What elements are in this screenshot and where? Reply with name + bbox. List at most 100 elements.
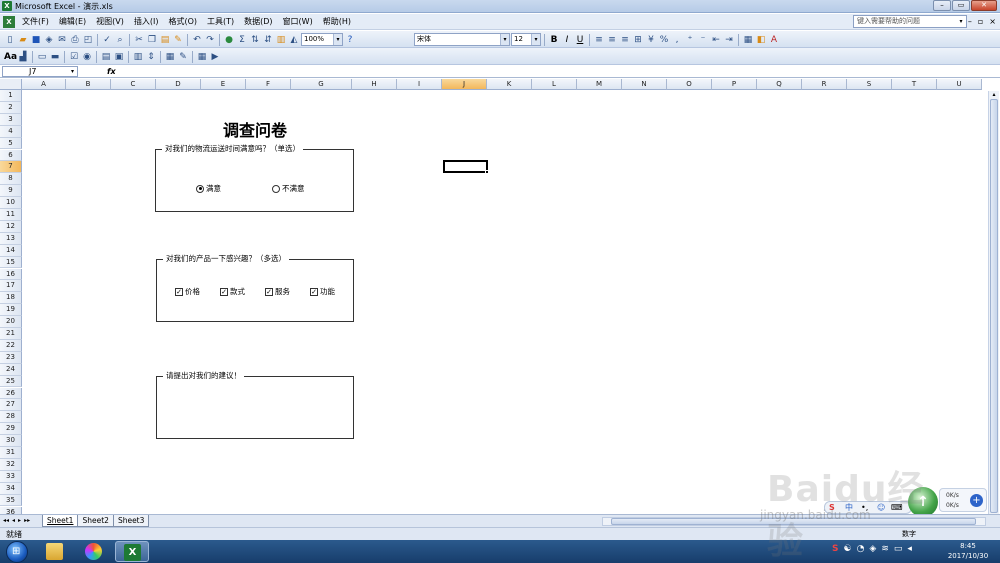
checkbox[interactable]: ✓ — [175, 287, 183, 296]
column-header[interactable]: E — [201, 79, 246, 90]
row-header[interactable]: 36 — [0, 506, 22, 514]
checkbox-control-icon[interactable]: ☑ — [68, 51, 80, 63]
doc-restore-button[interactable]: ▫ — [978, 16, 983, 28]
column-header[interactable]: U — [937, 79, 982, 90]
menu-item[interactable]: 插入(I) — [134, 16, 159, 28]
sort-descending-icon[interactable]: ⇵ — [262, 34, 274, 46]
column-header[interactable]: J — [442, 79, 487, 90]
workbook-icon[interactable]: X — [3, 16, 15, 28]
row-header[interactable]: 32 — [0, 458, 22, 471]
menu-item[interactable]: 文件(F) — [22, 16, 49, 28]
insert-function-icon[interactable]: fx — [107, 66, 116, 77]
sheet-nav-icon[interactable]: ◂ — [12, 516, 15, 526]
research-icon[interactable]: ⌕ — [114, 34, 126, 46]
menu-item[interactable]: 视图(V) — [96, 16, 124, 28]
column-header[interactable]: T — [892, 79, 937, 90]
cut-icon[interactable]: ✂ — [133, 34, 145, 46]
q1-option-satisfied[interactable]: 满意 — [196, 183, 221, 194]
scrollbar-control-icon[interactable]: ▥ — [132, 51, 144, 63]
doc-close-button[interactable]: × — [989, 16, 996, 28]
merge-center-icon[interactable]: ⊞ — [632, 34, 644, 46]
sheet-tab[interactable]: Sheet1 — [42, 515, 79, 527]
column-header[interactable]: S — [847, 79, 892, 90]
sheet-nav-icon[interactable]: ▸ — [18, 516, 21, 526]
menu-item[interactable]: 窗口(W) — [283, 16, 313, 28]
option-button-control-icon[interactable]: ◉ — [81, 51, 93, 63]
undo-icon[interactable]: ↶ — [191, 34, 203, 46]
redo-icon[interactable]: ↷ — [204, 34, 216, 46]
column-header[interactable]: N — [622, 79, 667, 90]
borders-icon[interactable]: ▦ — [742, 34, 754, 46]
row-header[interactable]: 34 — [0, 482, 22, 495]
spinner-control-icon[interactable]: ⇕ — [145, 51, 157, 63]
taskbar-explorer[interactable] — [38, 541, 72, 562]
row-header[interactable]: 27 — [0, 399, 22, 412]
row-header[interactable]: 35 — [0, 494, 22, 507]
chart-wizard-icon[interactable]: ▥ — [275, 34, 287, 46]
print-icon[interactable]: ⎙ — [69, 34, 81, 46]
row-header[interactable]: 28 — [0, 411, 22, 424]
fill-color-icon[interactable]: ◧ — [755, 34, 767, 46]
column-header[interactable]: L — [532, 79, 577, 90]
hyperlink-icon[interactable]: ● — [223, 34, 235, 46]
start-button[interactable]: ⊞ — [6, 541, 28, 563]
chart-control-icon[interactable]: ▟ — [17, 51, 29, 63]
q2-option-price[interactable]: ✓ 价格 — [175, 286, 200, 297]
spelling-icon[interactable]: ✓ — [101, 34, 113, 46]
sheet-nav-icon[interactable]: ▸▸ — [24, 516, 30, 526]
checkbox[interactable]: ✓ — [220, 287, 228, 296]
network-status-icon[interactable]: ◔ — [857, 544, 865, 554]
print-preview-icon[interactable]: ◰ — [82, 34, 94, 46]
column-header[interactable]: F — [246, 79, 291, 90]
column-header[interactable]: D — [156, 79, 201, 90]
radio-button[interactable] — [196, 184, 204, 193]
open-icon[interactable]: ▰ — [17, 34, 29, 46]
permission-icon[interactable]: ◈ — [43, 34, 55, 46]
groupbox-control-icon[interactable]: ▭ — [36, 51, 48, 63]
scroll-up-icon[interactable]: ▴ — [989, 91, 999, 99]
font-size-select[interactable]: 12 ▾ — [511, 33, 541, 46]
new-icon[interactable]: ▯ — [4, 34, 16, 46]
volume-icon[interactable]: ◂ — [907, 544, 912, 554]
row-header[interactable]: 23 — [0, 351, 22, 364]
column-header[interactable]: B — [66, 79, 111, 90]
wifi-icon[interactable]: ≋ — [881, 544, 889, 554]
q2-option-function[interactable]: ✓ 功能 — [310, 286, 335, 297]
column-header[interactable]: O — [667, 79, 712, 90]
save-icon[interactable]: ■ — [30, 34, 42, 46]
autosum-icon[interactable]: Σ — [236, 34, 248, 46]
row-header[interactable]: 5 — [0, 137, 22, 150]
horizontal-scrollbar[interactable] — [602, 517, 986, 526]
increase-decimal-icon[interactable]: ⁺ — [684, 34, 696, 46]
chevron-down-icon[interactable]: ▾ — [333, 34, 342, 45]
column-header[interactable]: G — [291, 79, 352, 90]
decrease-decimal-icon[interactable]: ⁻ — [697, 34, 709, 46]
drawing-icon[interactable]: ◭ — [288, 34, 300, 46]
ime-icon[interactable]: ☯ — [843, 544, 851, 554]
checkbox[interactable]: ✓ — [265, 287, 273, 296]
menu-item[interactable]: 数据(D) — [244, 16, 272, 28]
chevron-down-icon[interactable]: ▾ — [531, 34, 540, 45]
row-header[interactable]: 21 — [0, 328, 22, 340]
menu-item[interactable]: 工具(T) — [207, 16, 234, 28]
row-header[interactable]: 3 — [0, 113, 22, 126]
combobox-control-icon[interactable]: ▣ — [113, 51, 125, 63]
column-header[interactable]: M — [577, 79, 622, 90]
comma-style-icon[interactable]: , — [671, 34, 683, 46]
column-header[interactable]: Q — [757, 79, 802, 90]
ime-emoji-icon[interactable]: ☺ — [877, 503, 885, 513]
row-header[interactable]: 9 — [0, 185, 22, 198]
name-box[interactable]: J7 ▾ — [2, 66, 78, 77]
q1-option-unsatisfied[interactable]: 不满意 — [272, 183, 305, 194]
column-header[interactable]: C — [111, 79, 156, 90]
q2-option-service[interactable]: ✓ 服务 — [265, 286, 290, 297]
decrease-indent-icon[interactable]: ⇤ — [710, 34, 722, 46]
sheet-tab[interactable]: Sheet2 — [77, 515, 114, 527]
row-header[interactable]: 2 — [0, 101, 22, 114]
row-header[interactable]: 33 — [0, 470, 22, 483]
ime-toolbar[interactable]: S 中 •, ☺ ⌨ — [824, 501, 912, 514]
taskbar-media-player[interactable] — [77, 541, 111, 562]
email-icon[interactable]: ✉ — [56, 34, 68, 46]
menu-item[interactable]: 帮助(H) — [323, 16, 351, 28]
increase-indent-icon[interactable]: ⇥ — [723, 34, 735, 46]
